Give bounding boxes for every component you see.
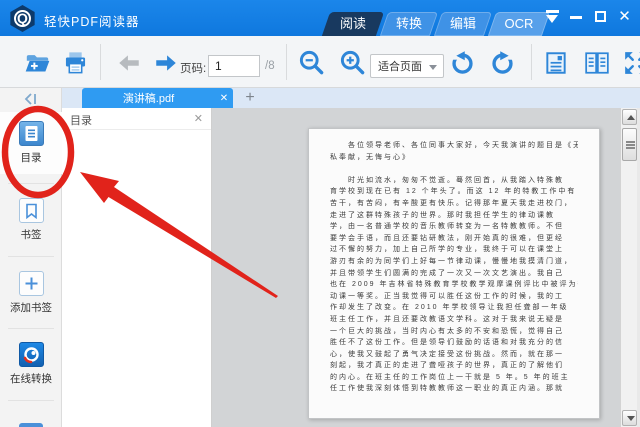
two-page-icon	[584, 50, 610, 76]
toolbar: 页码: /8 适合页面	[0, 36, 640, 88]
document-text-line: 胜任不了这份工作。但是领导们鼓励的话语和对我充分的信	[330, 337, 578, 349]
document-text-line: 要学会手语，而且还要钻研教法，刚开始真的很难，但更经	[330, 233, 578, 245]
document-text-line: 动课一等奖。正当我觉得可以胜任这份工作的时候，我的工	[330, 291, 578, 303]
two-page-view-button[interactable]	[583, 49, 610, 76]
new-tab-button[interactable]: +	[240, 88, 260, 108]
document-tab[interactable]: 演讲稿.pdf ✕	[82, 88, 233, 108]
next-page-button[interactable]	[152, 49, 179, 76]
toc-panel: 目录 ✕	[62, 108, 212, 427]
up-arrow-icon	[627, 115, 635, 120]
zoom-out-icon	[298, 49, 325, 76]
document-text-line: 过不懈的努力，加上自己所学的专业，我终于可以在课堂上	[330, 244, 578, 256]
document-text-line: 苦干，有苦闷，有辛酸更有快乐。记得那年夏天我走进校门，	[330, 198, 578, 210]
page-number-label: 页码:	[180, 60, 206, 76]
sidebar-item-label: 书签	[0, 227, 62, 242]
document-text-line: 并且带领学生们圆满的完成了一次又一次文艺演出。我自己	[330, 268, 578, 280]
tab-ocr[interactable]: OCR	[492, 12, 546, 36]
pdf-page-text: 各位领导老师、各位同事大家好，今天我演讲的题目是《无私奉献，无悔与心》 时光如流…	[309, 129, 599, 395]
sidebar-item-add-bookmark[interactable]: 添加书签	[0, 271, 62, 315]
toc-panel-close-icon[interactable]: ✕	[194, 112, 203, 125]
tab-read[interactable]: 阅读	[326, 12, 380, 36]
single-page-view-button[interactable]	[542, 49, 569, 76]
add-bookmark-icon	[19, 271, 44, 296]
sidebar-item-label: 在线转换	[0, 371, 62, 386]
rotate-ccw-icon	[449, 49, 476, 76]
left-sidebar: 目录 书签 添加书签 在线转换	[0, 88, 62, 427]
sidebar-item-bookmark[interactable]: 书签	[0, 198, 62, 242]
page-total-label: /8	[265, 60, 275, 72]
app-title: 轻快PDF阅读器	[44, 11, 140, 30]
close-button[interactable]: ✕	[617, 9, 632, 24]
toc-panel-header: 目录 ✕	[62, 108, 211, 130]
online-convert-icon	[19, 342, 44, 367]
tab-convert[interactable]: 转换	[384, 12, 434, 36]
document-text-line: 的内心。在班主任的工作岗位上一干就是 5 年。5 年的班主	[330, 372, 578, 384]
rotate-cw-icon	[489, 49, 516, 76]
partial-sidebar-item	[19, 423, 43, 427]
document-text-line: 私奉献，无悔与心》	[330, 152, 578, 164]
back-arrow-icon	[116, 50, 142, 76]
fullscreen-icon	[623, 50, 640, 76]
print-button[interactable]	[62, 49, 89, 76]
toc-panel-title: 目录	[70, 112, 92, 128]
minimize-button[interactable]	[569, 9, 584, 24]
pdf-page: 各位领导老师、各位同事大家好，今天我演讲的题目是《无私奉献，无悔与心》 时光如流…	[308, 128, 600, 419]
previous-page-button[interactable]	[115, 49, 142, 76]
document-text-line: 任工作使我深刻体悟到特教教师这一职业的真正内涵。那就	[330, 383, 578, 395]
document-text-line: 学，由一名普通学校的音乐教师转变为一名特教教师。不但	[330, 221, 578, 233]
zoom-out-button[interactable]	[298, 49, 325, 76]
scroll-down-button[interactable]	[622, 410, 637, 426]
document-text-line: 游刃有余的为同学们上好每一节律动课，慢慢地我摸清门道，	[330, 256, 578, 268]
open-folder-icon	[24, 49, 51, 76]
collapse-left-icon	[23, 92, 39, 106]
rotate-ccw-button[interactable]	[449, 49, 476, 76]
fullscreen-button[interactable]	[622, 49, 640, 76]
collapse-sidebar-button[interactable]	[0, 92, 62, 110]
document-text-line: 时光如流水，匆匆不觉逝。蓦然回首，从我踏入特殊教	[330, 175, 578, 187]
down-arrow-icon	[627, 416, 635, 421]
maximize-button[interactable]	[593, 9, 608, 24]
document-text-line: 育学校到现在已有 12 个年头了。而这 12 年的特教工作中有	[330, 186, 578, 198]
document-text-line: 心，使我又鼓起了勇气决定接受这份挑战。然而，就在那一	[330, 349, 578, 361]
sidebar-item-toc[interactable]: 目录	[0, 121, 62, 165]
sidebar-item-label: 添加书签	[0, 300, 62, 315]
title-bar: Q 轻快PDF阅读器 阅读 转换 编辑 OCR ✕	[0, 0, 640, 36]
document-text-line: 走进了这群特殊孩子的世界。那时我担任学生的律动课教	[330, 210, 578, 222]
thumb-grip-icon	[626, 141, 635, 143]
bookmark-icon	[19, 198, 44, 223]
printer-icon	[62, 49, 89, 76]
document-text-line	[330, 163, 578, 175]
document-text-line: 一个巨大的挑战，当时内心有太多的不安和恐慌，觉得自己	[330, 326, 578, 338]
scrollbar-thumb[interactable]	[622, 128, 637, 161]
fit-mode-dropdown[interactable]: 适合页面	[370, 54, 444, 78]
zoom-in-button[interactable]	[339, 49, 366, 76]
window-controls: ✕	[545, 9, 632, 24]
document-text-line: 各位领导老师、各位同事大家好，今天我演讲的题目是《无	[330, 140, 578, 152]
menu-dropdown-icon[interactable]	[545, 9, 560, 24]
scroll-up-button[interactable]	[622, 109, 637, 125]
document-tab-close-icon[interactable]: ✕	[215, 93, 233, 104]
chevron-down-icon	[429, 65, 437, 70]
page-number-input[interactable]	[208, 55, 260, 77]
document-tab-strip: 演讲稿.pdf ✕ +	[62, 88, 640, 108]
forward-arrow-icon	[153, 50, 179, 76]
app-logo: Q	[9, 5, 36, 32]
document-text-line: 也在 2009 年吉林省特殊教育学校教学观摩课例评比中被评为律	[330, 279, 578, 291]
document-text-line: 作却发生了改变。在 2010 年学校领导让我担任聋部一年级	[330, 302, 578, 314]
zoom-in-icon	[339, 49, 366, 76]
single-page-icon	[543, 50, 569, 76]
pdf-viewer-area[interactable]: 各位领导老师、各位同事大家好，今天我演讲的题目是《无私奉献，无悔与心》 时光如流…	[212, 108, 620, 427]
open-file-button[interactable]	[24, 49, 51, 76]
document-tab-title: 演讲稿.pdf	[82, 90, 215, 106]
document-text-line: 班主任工作，并且还要改教语文学科。这对于我来说无疑是	[330, 314, 578, 326]
sidebar-item-label: 目录	[0, 150, 62, 165]
sidebar-item-online-convert[interactable]: 在线转换	[0, 342, 62, 386]
document-text-line: 刻起，我才真正的走进了聋哑孩子的世界，真正的了解他们	[330, 360, 578, 372]
vertical-scrollbar[interactable]	[620, 108, 637, 427]
tab-edit[interactable]: 编辑	[438, 12, 488, 36]
rotate-cw-button[interactable]	[489, 49, 516, 76]
toc-icon	[19, 121, 44, 146]
logo-q-icon: Q	[14, 10, 31, 27]
